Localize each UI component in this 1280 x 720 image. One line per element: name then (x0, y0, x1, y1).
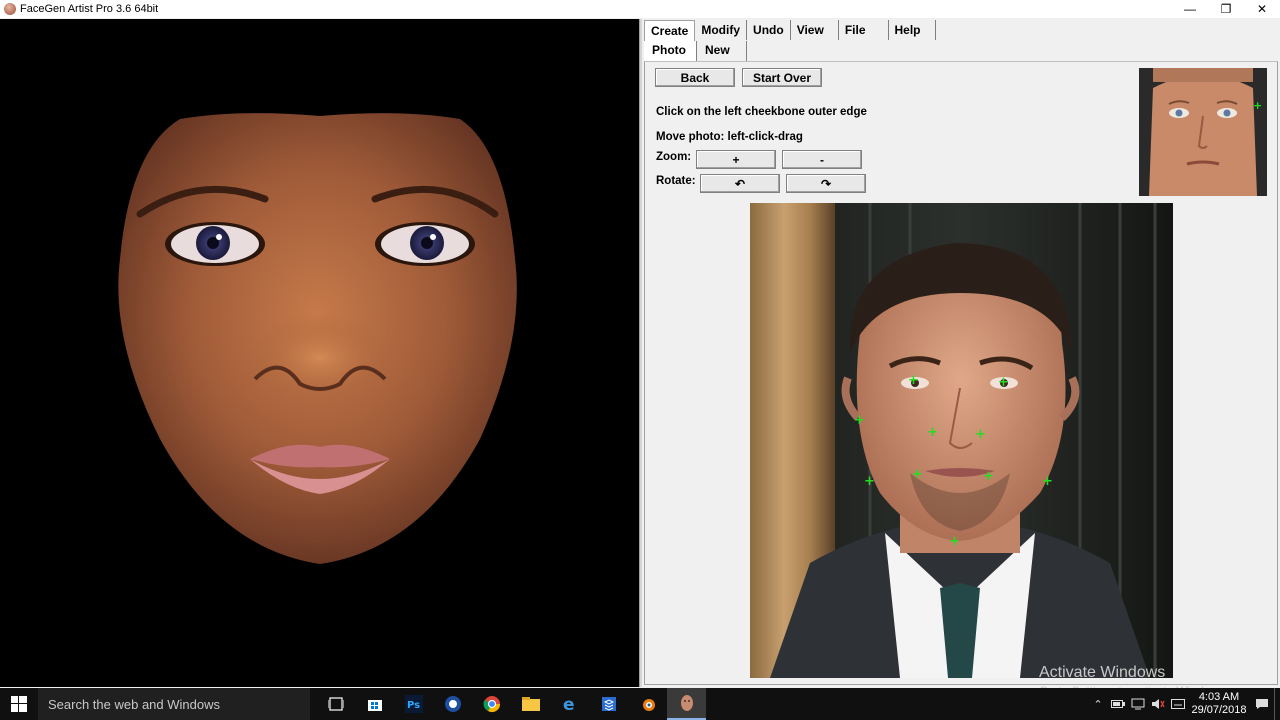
back-button[interactable]: Back (655, 68, 735, 87)
blender-icon[interactable] (628, 688, 667, 720)
volume-muted-icon[interactable] (1148, 688, 1168, 720)
zoom-label: Zoom: (656, 151, 692, 163)
reference-thumbnail: + (1139, 68, 1267, 196)
landmark-marker-left-cheek: + (854, 413, 865, 428)
title-bar: FaceGen Artist Pro 3.6 64bit — ❐ ✕ (0, 0, 1280, 18)
chrome-icon[interactable] (472, 688, 511, 720)
main-tabs: Create Modify Undo View File Help (644, 20, 936, 41)
svg-text:Ps: Ps (407, 700, 420, 711)
landmark-marker-jaw-left: + (864, 474, 875, 489)
tab-help[interactable]: Help (889, 20, 936, 40)
landmark-marker-nose-left: + (927, 425, 938, 440)
zoom-in-button[interactable]: + (696, 150, 776, 169)
rotate-ccw-button[interactable]: ↶ (700, 174, 780, 193)
cinema4d-icon[interactable] (433, 688, 472, 720)
rotate-label: Rotate: (656, 175, 696, 187)
source-photo[interactable]: + + + + + + + + + + (750, 203, 1173, 678)
rendered-face-model (118, 113, 517, 564)
3d-face-viewport[interactable] (0, 19, 639, 687)
landmark-marker-right-eye: + (998, 375, 1009, 390)
photoshop-icon[interactable]: Ps (394, 688, 433, 720)
activate-windows-title: Activate Windows (1039, 664, 1166, 681)
zoom-out-button[interactable]: - (782, 150, 862, 169)
tab-undo[interactable]: Undo (747, 20, 791, 40)
windows-logo-icon (11, 696, 27, 712)
taskbar-search-input[interactable]: Search the web and Windows (38, 688, 310, 720)
tab-modify[interactable]: Modify (695, 20, 748, 40)
facegen-icon[interactable] (667, 688, 706, 720)
close-button[interactable]: ✕ (1244, 0, 1280, 18)
facegen-app-icon (4, 3, 16, 15)
tab-view[interactable]: View (791, 20, 839, 40)
system-tray: ⌃ 4:03 AM 29/07/2018 (1088, 688, 1280, 720)
landmark-marker-mouth-right: + (983, 469, 994, 484)
landmark-marker-mouth-left: + (912, 467, 923, 482)
instruction-text: Click on the left cheekbone outer edge (656, 106, 867, 118)
edge-icon[interactable]: e (550, 688, 589, 720)
maximize-button[interactable]: ❐ (1208, 0, 1244, 18)
landmark-marker-nose-right: + (975, 427, 986, 442)
landmark-marker-chin: + (949, 534, 960, 549)
move-photo-hint: Move photo: left-click-drag (656, 131, 803, 143)
windows-taskbar: Search the web and Windows Ps e ⌃ 4:03 A… (0, 688, 1280, 720)
svg-text:e: e (563, 695, 575, 713)
stack-icon[interactable] (589, 688, 628, 720)
thumb-marker-plus-icon: + (1253, 99, 1262, 112)
rotate-cw-button[interactable]: ↷ (786, 174, 866, 193)
store-icon[interactable] (355, 688, 394, 720)
taskbar-clock[interactable]: 4:03 AM 29/07/2018 (1188, 691, 1250, 717)
tab-create[interactable]: Create (644, 20, 696, 41)
control-panel: Create Modify Undo View File Help Photo … (642, 19, 1280, 698)
clock-time: 4:03 AM (1198, 691, 1240, 703)
clock-date: 29/07/2018 (1191, 704, 1247, 716)
battery-icon[interactable] (1108, 688, 1128, 720)
task-view-icon[interactable] (316, 688, 355, 720)
network-icon[interactable] (1128, 688, 1148, 720)
photo-fit-area: Back Start Over Click on the left cheekb… (644, 61, 1278, 698)
start-button[interactable] (0, 688, 38, 720)
subtab-photo[interactable]: Photo (644, 41, 697, 61)
landmark-marker-left-eye: + (908, 373, 919, 388)
chevron-up-icon[interactable]: ⌃ (1088, 688, 1108, 720)
subtab-new[interactable]: New (697, 41, 747, 61)
sub-tabs: Photo New (644, 41, 747, 61)
landmark-marker-jaw-right: + (1042, 474, 1053, 489)
tab-file[interactable]: File (839, 20, 889, 40)
window-title: FaceGen Artist Pro 3.6 64bit (20, 3, 159, 15)
file-explorer-icon[interactable] (511, 688, 550, 720)
minimize-button[interactable]: — (1172, 0, 1208, 18)
keyboard-icon[interactable] (1168, 688, 1188, 720)
action-center-icon[interactable] (1250, 688, 1274, 720)
start-over-button[interactable]: Start Over (742, 68, 822, 87)
